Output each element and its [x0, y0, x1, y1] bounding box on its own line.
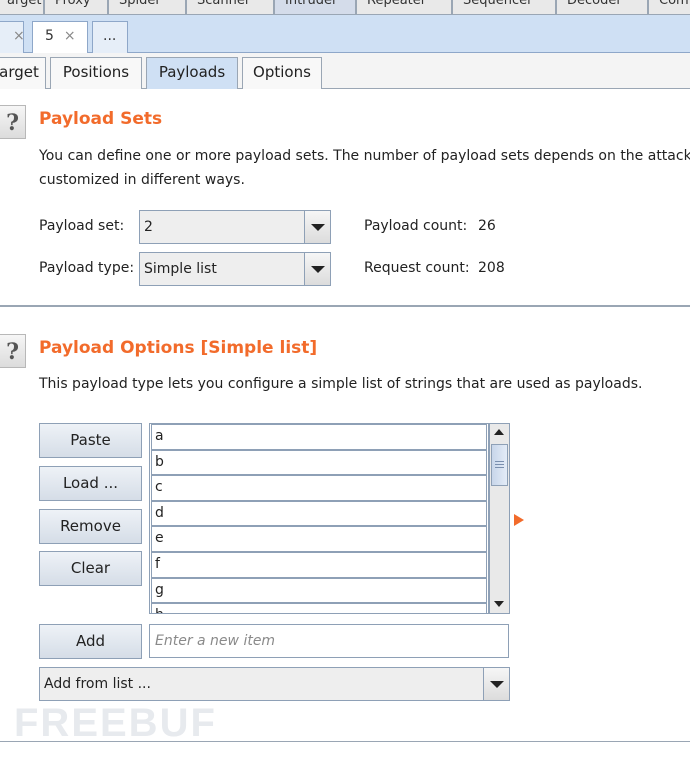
tab-target[interactable]: arget — [0, 0, 44, 14]
list-item[interactable]: f — [151, 551, 487, 578]
payload-sets-title: Payload Sets — [39, 109, 163, 129]
payload-count-value: 26 — [478, 218, 496, 234]
section-divider — [0, 305, 690, 307]
tab-proxy[interactable]: Proxy — [44, 0, 108, 14]
chevron-down-icon[interactable] — [483, 668, 509, 700]
scroll-down-icon[interactable] — [490, 595, 509, 613]
main-tab-bar: arget Proxy Spider Scanner Intruder Repe… — [0, 0, 690, 15]
payload-sets-desc-line1: You can define one or more payload sets.… — [39, 148, 690, 164]
tab-target-sub[interactable]: arget — [0, 57, 46, 89]
attack-tab-bar: × 5 × ... — [0, 15, 690, 53]
payload-type-select[interactable]: Simple list — [139, 252, 331, 286]
payload-sets-desc-line2: customized in different ways. — [39, 172, 245, 188]
scrollbar-thumb[interactable] — [491, 444, 508, 486]
list-item[interactable]: d — [151, 500, 487, 527]
expand-arrow-icon[interactable] — [514, 514, 524, 526]
chevron-down-icon[interactable] — [304, 211, 330, 243]
add-button[interactable]: Add — [39, 624, 142, 659]
intruder-subtab-bar: arget Positions Payloads Options — [0, 53, 690, 89]
tab-positions[interactable]: Positions — [50, 57, 142, 89]
list-item[interactable]: b — [151, 449, 487, 476]
request-count-label: Request count: — [364, 260, 470, 276]
load-button[interactable]: Load ... — [39, 466, 142, 501]
payload-type-value: Simple list — [144, 261, 217, 277]
list-item[interactable]: c — [151, 475, 487, 501]
tab-comparer[interactable]: Com — [648, 0, 690, 14]
help-icon[interactable]: ? — [0, 105, 26, 139]
payload-options-description: This payload type lets you configure a s… — [39, 376, 643, 392]
tab-scanner[interactable]: Scanner — [186, 0, 274, 14]
payload-set-select[interactable]: 2 — [139, 210, 331, 244]
tab-sequencer[interactable]: Sequencer — [452, 0, 556, 14]
new-attack-tab[interactable]: ... — [92, 21, 128, 53]
payload-list[interactable]: a b c d e f g h — [149, 423, 489, 614]
payload-list-scrollbar[interactable] — [489, 423, 510, 614]
attack-tab-prev[interactable]: × — [0, 21, 25, 53]
request-count-value: 208 — [478, 260, 505, 276]
payload-sets-description: You can define one or more payload sets.… — [39, 144, 690, 192]
help-icon[interactable]: ? — [0, 334, 26, 368]
tab-options[interactable]: Options — [242, 57, 322, 89]
attack-tab-5-label: 5 — [45, 28, 54, 44]
bottom-divider — [0, 741, 690, 742]
list-item[interactable]: a — [151, 424, 487, 450]
attack-tab-5[interactable]: 5 × — [32, 21, 88, 53]
payloads-panel: ? Payload Sets You can define one or mor… — [0, 89, 690, 757]
new-attack-tab-label: ... — [103, 28, 117, 44]
new-item-input[interactable] — [149, 624, 509, 658]
tab-spider[interactable]: Spider — [108, 0, 186, 14]
list-item[interactable]: g — [151, 577, 487, 604]
add-from-list-value: Add from list ... — [44, 676, 151, 692]
tab-repeater[interactable]: Repeater — [356, 0, 452, 14]
tab-payloads[interactable]: Payloads — [146, 57, 238, 89]
tab-decoder[interactable]: Decoder — [556, 0, 648, 14]
tab-intruder[interactable]: Intruder — [274, 0, 356, 14]
close-icon[interactable]: × — [13, 28, 25, 44]
close-icon[interactable]: × — [64, 28, 76, 44]
remove-button[interactable]: Remove — [39, 509, 142, 544]
chevron-down-icon[interactable] — [304, 253, 330, 285]
clear-button[interactable]: Clear — [39, 551, 142, 586]
payload-set-label: Payload set: — [39, 218, 125, 234]
payload-options-title: Payload Options [Simple list] — [39, 338, 318, 358]
list-item[interactable]: e — [151, 526, 487, 552]
paste-button[interactable]: Paste — [39, 423, 142, 458]
add-from-list-select[interactable]: Add from list ... — [39, 667, 510, 701]
payload-set-value: 2 — [144, 219, 153, 235]
payload-count-label: Payload count: — [364, 218, 468, 234]
payload-type-label: Payload type: — [39, 260, 135, 276]
freebuf-watermark: FREEBUF — [14, 701, 217, 745]
list-item[interactable]: h — [151, 603, 487, 613]
scroll-up-icon[interactable] — [490, 424, 509, 442]
